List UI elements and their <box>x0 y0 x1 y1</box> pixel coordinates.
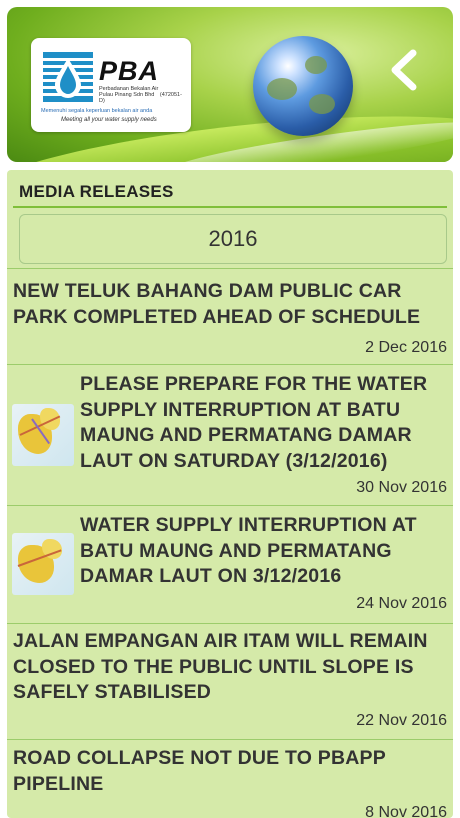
release-thumbnail-map <box>12 404 74 466</box>
release-title-line: BATU MAUNG AND PERMATANG <box>80 539 392 562</box>
header-banner: PBA Perbadanan Bekalan Air Pulau Pinang … <box>7 7 453 162</box>
release-title: PLEASE PREPARE FOR THE WATER SUPPLY INTE… <box>80 372 427 474</box>
release-thumbnail-map <box>12 533 74 595</box>
logo-tagline-malay: Memenuhi segala keperluan bekalan air an… <box>41 108 153 114</box>
release-date: 22 Nov 2016 <box>356 712 447 729</box>
release-title: WATER SUPPLY INTERRUPTION AT BATU MAUNG … <box>80 513 417 590</box>
release-date: 2 Dec 2016 <box>365 339 447 356</box>
logo-company-line: Pulau Pinang Sdn Bhd <box>99 92 155 98</box>
release-title-line: DAMAR LAUT ON 3/12/2016 <box>80 565 342 587</box>
release-title-line: SAFELY STABILISED <box>13 681 212 703</box>
logo-brand-text: PBA <box>99 56 160 86</box>
release-item[interactable]: PLEASE PREPARE FOR THE WATER SUPPLY INTE… <box>7 364 453 505</box>
release-item[interactable]: ROAD COLLAPSE NOT DUE TO PBAPP PIPELINE … <box>7 739 453 818</box>
globe-land <box>267 78 297 100</box>
release-title-line: LAUT ON SATURDAY (3/12/2016) <box>80 449 388 472</box>
release-title-line: NEW TELUK BAHANG DAM PUBLIC CAR <box>13 280 402 302</box>
section-title: MEDIA RELEASES <box>19 182 174 201</box>
release-title: JALAN EMPANGAN AIR ITAM WILL REMAIN CLOS… <box>13 629 428 706</box>
release-title: ROAD COLLAPSE NOT DUE TO PBAPP PIPELINE <box>13 746 386 797</box>
release-title-line: ROAD COLLAPSE NOT DUE TO PBAPP <box>13 747 386 769</box>
release-title: NEW TELUK BAHANG DAM PUBLIC CAR PARK COM… <box>13 279 420 330</box>
release-title-line: PIPELINE <box>13 772 104 795</box>
release-item[interactable]: NEW TELUK BAHANG DAM PUBLIC CAR PARK COM… <box>7 268 453 364</box>
release-title-line: SUPPLY INTERRUPTION AT BATU <box>80 398 401 421</box>
release-title-line: CLOSED TO THE PUBLIC UNTIL SLOPE IS <box>13 655 414 678</box>
release-date: 30 Nov 2016 <box>356 479 447 496</box>
section-divider <box>13 206 447 208</box>
globe-land <box>309 94 335 114</box>
release-item[interactable]: WATER SUPPLY INTERRUPTION AT BATU MAUNG … <box>7 505 453 623</box>
water-drop-logo-icon <box>43 52 93 102</box>
year-selector[interactable]: 2016 <box>19 214 447 264</box>
release-date: 8 Nov 2016 <box>365 804 447 818</box>
release-title-line: JALAN EMPANGAN AIR ITAM WILL REMAIN <box>13 630 428 652</box>
back-button[interactable] <box>385 47 425 93</box>
media-releases-panel: MEDIA RELEASES 2016 NEW TELUK BAHANG DAM… <box>7 170 453 818</box>
logo-tagline-english: Meeting all your water supply needs <box>61 117 157 123</box>
release-title-line: MAUNG AND PERMATANG DAMAR <box>80 424 412 446</box>
release-title-line: PARK COMPLETED AHEAD OF SCHEDULE <box>13 305 421 328</box>
release-item[interactable]: JALAN EMPANGAN AIR ITAM WILL REMAIN CLOS… <box>7 623 453 739</box>
globe-image <box>253 36 353 136</box>
release-date: 24 Nov 2016 <box>356 595 447 612</box>
release-title-line: PLEASE PREPARE FOR THE WATER <box>80 373 428 395</box>
logo-company-name: Perbadanan Bekalan Air Pulau Pinang Sdn … <box>99 86 187 104</box>
chevron-left-icon <box>391 49 417 91</box>
globe-land <box>305 56 327 74</box>
release-title-line: WATER SUPPLY INTERRUPTION AT <box>80 514 417 536</box>
pba-logo: PBA Perbadanan Bekalan Air Pulau Pinang … <box>31 38 191 132</box>
